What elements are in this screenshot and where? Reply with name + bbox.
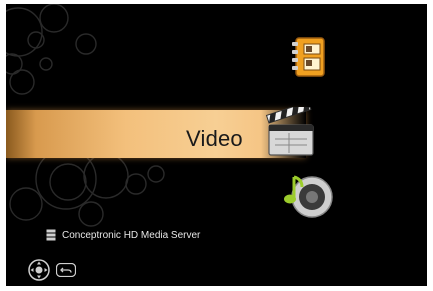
selection-highlight bbox=[6, 110, 306, 158]
remote-hints bbox=[28, 259, 76, 281]
dpad-icon bbox=[28, 259, 50, 281]
server-icon bbox=[46, 229, 56, 241]
media-server-label: Conceptronic HD Media Server bbox=[62, 229, 201, 241]
clapperboard-icon[interactable] bbox=[265, 107, 317, 159]
media-server-status: Conceptronic HD Media Server bbox=[46, 229, 200, 241]
address-book-icon[interactable] bbox=[288, 36, 330, 78]
selected-menu-label[interactable]: Video bbox=[186, 126, 243, 152]
media-player-screen: Video Conceptronic HD Media Server bbox=[6, 4, 427, 286]
music-speaker-icon[interactable] bbox=[282, 169, 334, 221]
back-arrow-icon bbox=[56, 263, 76, 277]
